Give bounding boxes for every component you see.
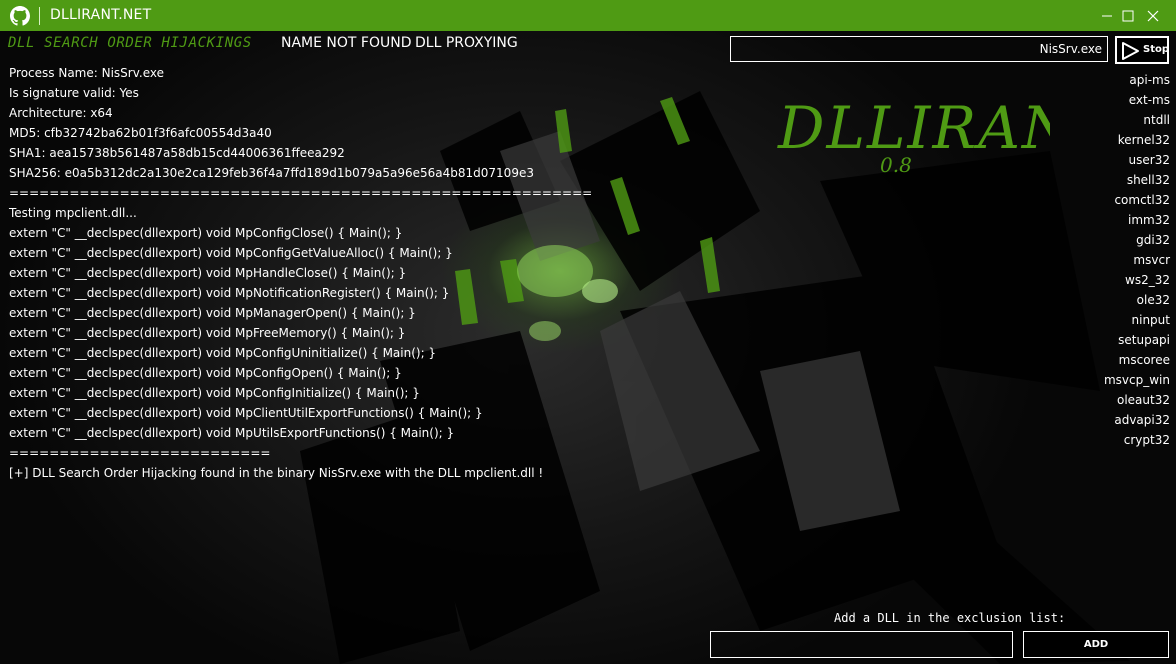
exclusion-list-item[interactable]: advapi32 (1104, 410, 1170, 430)
github-icon (10, 6, 30, 26)
log-line: extern "C" __declspec(dllexport) void Mp… (9, 286, 450, 300)
log-line: extern "C" __declspec(dllexport) void Mp… (9, 346, 437, 360)
exclusion-list-item[interactable]: comctl32 (1104, 190, 1170, 210)
window-title: DLLIRANT.NET (50, 7, 152, 23)
exclusion-list-item[interactable]: kernel32 (1104, 130, 1170, 150)
tab-dll-search-order-hijackings[interactable]: DLL SEARCH ORDER HIJACKINGS (8, 35, 252, 51)
title-bar[interactable]: DLLIRANT.NET (0, 0, 1176, 31)
exclusion-list-item[interactable]: ws2_32 (1104, 270, 1170, 290)
exclusion-list-item[interactable]: api-ms (1104, 70, 1170, 90)
log-line: extern "C" __declspec(dllexport) void Mp… (9, 306, 416, 320)
log-line: SHA1: aea15738b561487a58db15cd44006361ff… (9, 146, 345, 160)
exclusion-input[interactable] (710, 631, 1013, 658)
exclusion-list-item[interactable]: user32 (1104, 150, 1170, 170)
log-line: extern "C" __declspec(dllexport) void Mp… (9, 326, 406, 340)
close-icon (1147, 10, 1159, 22)
maximize-button[interactable] (1083, 0, 1134, 31)
log-line: [+] DLL Search Order Hijacking found in … (9, 466, 544, 480)
process-input[interactable] (730, 36, 1108, 62)
output-log: Process Name: NisSrv.exe Is signature val… (9, 63, 709, 483)
tab-name-not-found[interactable]: NAME NOT FOUND (281, 35, 412, 51)
exclusion-list-item[interactable]: crypt32 (1104, 430, 1170, 450)
logo-version: 0.8 (880, 153, 912, 177)
exclusion-dll-list: api-ms ext-ms ntdll kernel32 user32 shell32 co… (1104, 70, 1170, 450)
exclusion-list-item[interactable]: mscoree (1104, 350, 1170, 370)
tab-dll-proxying[interactable]: DLL PROXYING (415, 35, 518, 51)
app-logo: DLLIRANT 0.8 (760, 70, 1116, 184)
exclusion-list-item[interactable]: msvcp_win (1104, 370, 1170, 390)
log-line: extern "C" __declspec(dllexport) void Mp… (9, 366, 402, 380)
log-line: extern "C" __declspec(dllexport) void Mp… (9, 266, 407, 280)
exclusion-list-item[interactable]: msvcr (1104, 250, 1170, 270)
exclusion-list-item[interactable]: ntdll (1104, 110, 1170, 130)
log-line: Is signature valid: Yes (9, 86, 139, 100)
log-line: extern "C" __declspec(dllexport) void Mp… (9, 386, 420, 400)
add-button[interactable]: ADD (1023, 631, 1169, 658)
log-line: Testing mpclient.dll... (9, 206, 137, 220)
log-line: Architecture: x64 (9, 106, 113, 120)
exclusion-list-item[interactable]: gdi32 (1104, 230, 1170, 250)
exclusion-list-item[interactable]: oleaut32 (1104, 390, 1170, 410)
exclusion-list-item[interactable]: shell32 (1104, 170, 1170, 190)
stop-button[interactable]: Stop (1115, 36, 1169, 64)
log-line: SHA256: e0a5b312dc2a130e2ca129feb36f4a7f… (9, 166, 534, 180)
exclusion-list-item[interactable]: imm32 (1104, 210, 1170, 230)
exclusion-list-item[interactable]: ole32 (1104, 290, 1170, 310)
log-line: extern "C" __declspec(dllexport) void Mp… (9, 406, 483, 420)
exclusion-list-item[interactable]: ext-ms (1104, 90, 1170, 110)
exclusion-label: Add a DLL in the exclusion list: (834, 611, 1066, 625)
close-button[interactable] (1130, 0, 1176, 31)
stop-label: Stop (1143, 44, 1170, 55)
log-line: Process Name: NisSrv.exe (9, 66, 164, 80)
log-line: MD5: cfb32742ba62b01f3f6afc00554d3a40 (9, 126, 272, 140)
log-line: extern "C" __declspec(dllexport) void Mp… (9, 426, 455, 440)
log-line: extern "C" __declspec(dllexport) void Mp… (9, 246, 453, 260)
exclusion-list-item[interactable]: ninput (1104, 310, 1170, 330)
log-line: extern "C" __declspec(dllexport) void Mp… (9, 226, 403, 240)
play-icon (1122, 42, 1139, 60)
title-separator (39, 7, 40, 25)
log-line: ========================== (9, 446, 271, 460)
exclusion-list-item[interactable]: setupapi (1104, 330, 1170, 350)
log-line: ========================================… (9, 186, 593, 200)
logo-name: DLLIRANT (777, 94, 1050, 162)
